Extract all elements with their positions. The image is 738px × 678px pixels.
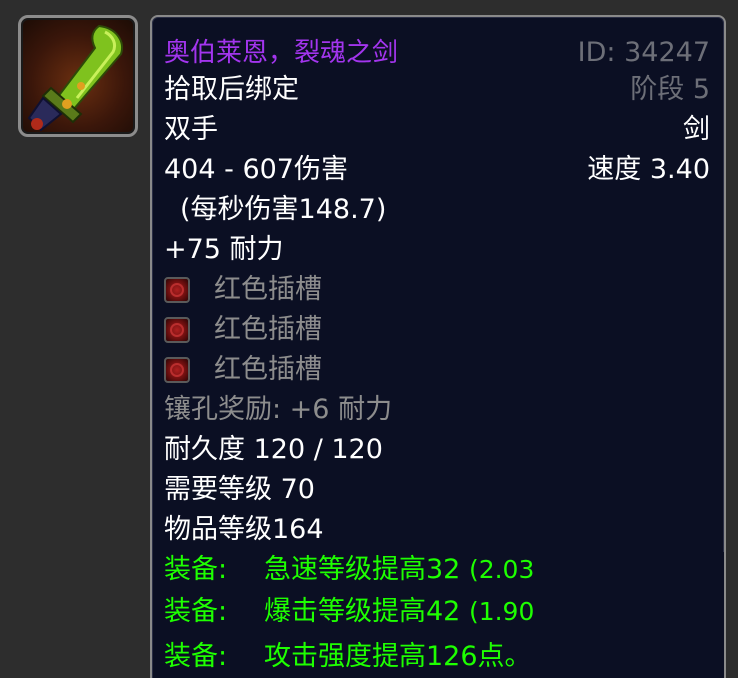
socket-bonus: 镶孔奖励: +6 耐力 (164, 394, 393, 425)
equip-text: 急速等级提高32 (264, 554, 461, 585)
bind-row: 拾取后绑定 阶段 5 (164, 70, 710, 110)
item-slot: 双手 (164, 114, 218, 145)
equip-extra: (1.90 (468, 597, 535, 626)
sword-icon[interactable] (18, 15, 138, 137)
socket-bonus-row: 镶孔奖励: +6 耐力 (164, 390, 710, 430)
socket-label: 红色插槽 (214, 314, 322, 345)
item-name: 奥伯莱恩，裂魂之剑 (164, 38, 399, 68)
slot-row: 双手 剑 (164, 110, 710, 150)
item-level: 物品等级164 (164, 514, 324, 545)
item-id: ID: 34247 (577, 37, 710, 68)
equip-effect: 攻击强度提高126点。 (264, 637, 532, 677)
item-durability: 耐久度 120 / 120 (164, 434, 383, 465)
bind-type: 拾取后绑定 (164, 74, 299, 105)
socket-row: 红色插槽 (164, 270, 710, 310)
dps-row: (每秒伤害148.7) (180, 190, 710, 230)
equip-effect: 急速等级提高32 (2.03 (264, 550, 534, 590)
required-level: 需要等级 70 (164, 474, 315, 505)
socket-row: 红色插槽 (164, 350, 710, 390)
item-damage: 404 - 607伤害 (164, 154, 348, 185)
equip-effect: 爆击等级提高42 (1.90 (264, 592, 534, 632)
item-level-row: 物品等级164 (164, 510, 710, 550)
red-socket-icon (164, 277, 190, 303)
item-tooltip: 奥伯莱恩，裂魂之剑 ID: 34247 拾取后绑定 阶段 5 双手 剑 404 … (150, 15, 726, 678)
game-screen: 奥伯莱恩，裂魂之剑 ID: 34247 拾取后绑定 阶段 5 双手 剑 404 … (0, 0, 738, 678)
damage-row: 404 - 607伤害 速度 3.40 (164, 150, 710, 190)
socket-label: 红色插槽 (214, 274, 322, 305)
item-stamina: +75 耐力 (164, 234, 284, 265)
equip-text: 攻击强度提高126点。 (264, 641, 532, 672)
stamina-row: +75 耐力 (164, 230, 710, 270)
equip-effect-row: 装备: 攻击强度提高126点。 (164, 637, 710, 677)
durability-row: 耐久度 120 / 120 (164, 430, 710, 470)
equip-effect-row: 装备: 爆击等级提高42 (1.90 (164, 592, 710, 632)
tooltip-header-row: 奥伯莱恩，裂魂之剑 ID: 34247 (164, 33, 710, 73)
equip-label: 装备: (164, 596, 228, 627)
item-type: 剑 (683, 114, 710, 145)
equip-text: 爆击等级提高42 (264, 596, 461, 627)
equip-extra: (2.03 (468, 555, 535, 584)
item-phase: 阶段 5 (630, 74, 710, 105)
red-socket-icon (164, 317, 190, 343)
socket-label: 红色插槽 (214, 354, 322, 385)
equip-label: 装备: (164, 554, 228, 585)
socket-row: 红色插槽 (164, 310, 710, 350)
required-level-row: 需要等级 70 (164, 470, 710, 510)
equip-label: 装备: (164, 641, 228, 672)
item-dps: (每秒伤害148.7) (180, 194, 387, 225)
red-socket-icon (164, 357, 190, 383)
equip-effect-row: 装备: 急速等级提高32 (2.03 (164, 550, 710, 590)
item-speed: 速度 3.40 (587, 154, 710, 185)
